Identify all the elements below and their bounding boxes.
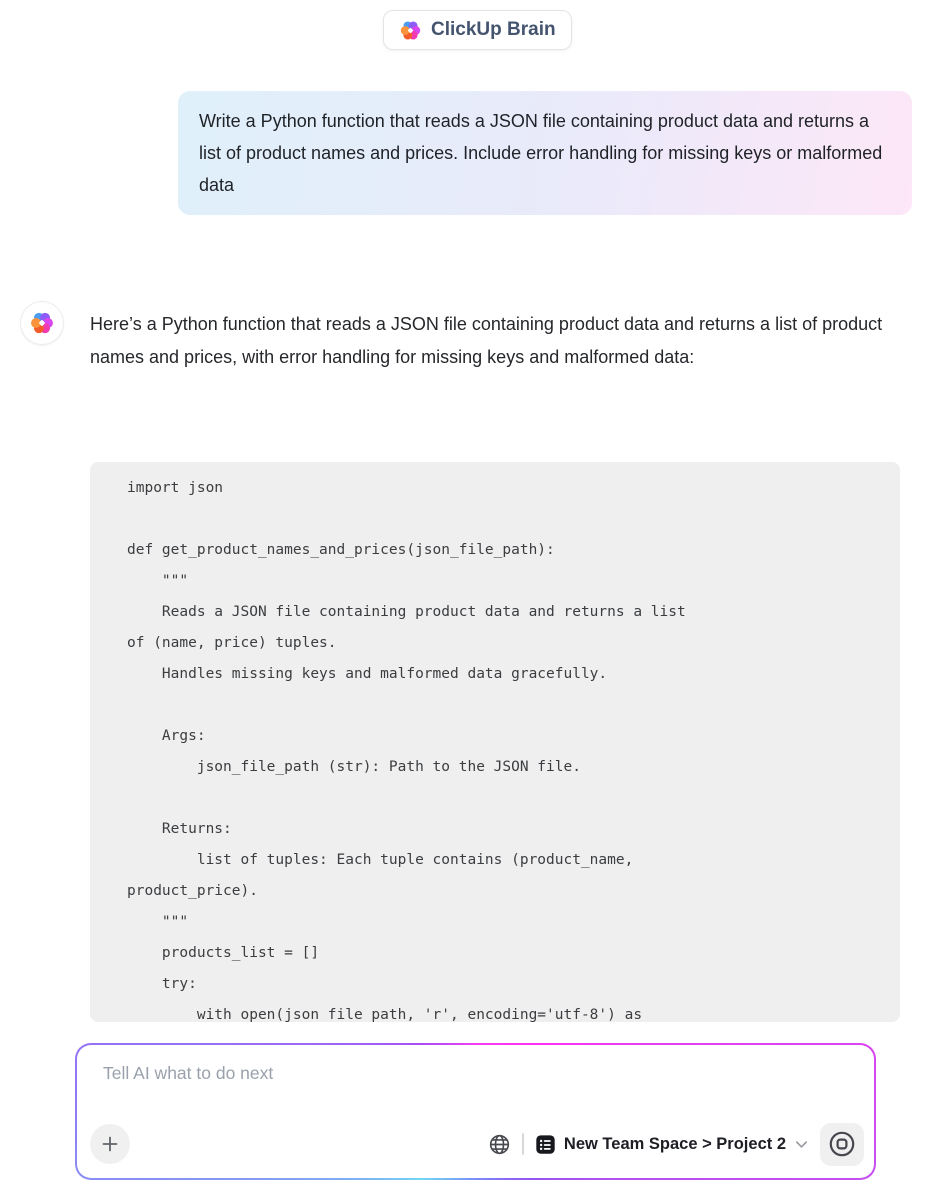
clickup-brain-icon (399, 19, 422, 42)
globe-icon (488, 1133, 511, 1156)
location-label: New Team Space > Project 2 (564, 1135, 786, 1154)
web-search-button[interactable] (488, 1133, 511, 1156)
divider (522, 1133, 524, 1155)
assistant-intro-text: Here’s a Python function that reads a JS… (90, 308, 890, 374)
code-content: import json def get_product_names_and_pr… (90, 462, 900, 1022)
clickup-brain-badge[interactable]: ClickUp Brain (383, 10, 572, 50)
composer: New Team Space > Project 2 (75, 1043, 876, 1180)
location-picker[interactable]: New Team Space > Project 2 (535, 1134, 809, 1155)
stop-icon (828, 1130, 856, 1158)
user-message-text: Write a Python function that reads a JSO… (199, 111, 882, 195)
list-view-icon (535, 1134, 556, 1155)
plus-icon (100, 1134, 120, 1154)
code-block: import json def get_product_names_and_pr… (90, 462, 900, 1022)
clickup-brain-icon (29, 310, 55, 336)
composer-inner: New Team Space > Project 2 (77, 1045, 874, 1178)
user-message-bubble: Write a Python function that reads a JSO… (178, 91, 912, 215)
chevron-down-icon (794, 1137, 809, 1152)
add-attachment-button[interactable] (90, 1124, 130, 1164)
clickup-brain-label: ClickUp Brain (431, 19, 556, 41)
stop-generating-button[interactable] (820, 1123, 864, 1166)
composer-input[interactable] (103, 1063, 843, 1115)
composer-actions: New Team Space > Project 2 (488, 1122, 864, 1166)
assistant-avatar (20, 301, 64, 345)
